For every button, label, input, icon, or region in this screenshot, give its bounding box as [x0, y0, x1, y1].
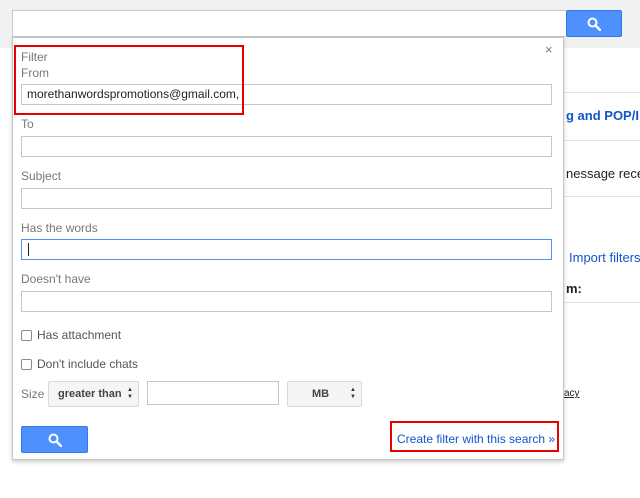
import-filters-link[interactable]: Import filters — [569, 250, 640, 265]
subject-field[interactable] — [21, 188, 552, 209]
dont-include-chats-row[interactable]: Don't include chats — [21, 357, 138, 371]
mail-search-input[interactable] — [12, 10, 566, 37]
mail-search-button[interactable] — [566, 10, 622, 37]
text-caret — [28, 243, 29, 257]
privacy-link[interactable]: acy — [564, 388, 580, 399]
to-label: To — [21, 117, 34, 131]
filter-search-button[interactable] — [21, 426, 88, 453]
size-label: Size — [21, 387, 45, 401]
select-arrows-icon: ▲ ▼ — [127, 387, 133, 400]
divider — [560, 196, 640, 197]
annotation-box-from — [14, 45, 244, 115]
close-icon[interactable]: × — [545, 42, 553, 57]
has-attachment-row[interactable]: Has attachment — [21, 328, 121, 342]
divider — [560, 302, 640, 303]
has-attachment-label: Has attachment — [37, 328, 122, 342]
size-value-input[interactable] — [147, 381, 279, 405]
section-label: m: — [566, 281, 582, 296]
size-operator-value: greater than — [58, 388, 122, 400]
message-text: nessage recei — [566, 166, 640, 181]
doesnt-have-field[interactable] — [21, 291, 552, 312]
annotation-box-create-filter — [390, 421, 559, 452]
size-unit-select[interactable]: MB ▲ ▼ — [287, 381, 362, 407]
doesnt-have-label: Doesn't have — [21, 272, 91, 286]
search-icon — [587, 17, 601, 31]
forwarding-pop-tab[interactable]: g and POP/I — [566, 108, 639, 123]
divider — [560, 92, 640, 93]
to-field[interactable] — [21, 136, 552, 157]
has-words-field[interactable] — [21, 239, 552, 260]
subject-label: Subject — [21, 169, 62, 183]
has-words-label: Has the words — [21, 221, 98, 235]
dont-include-chats-checkbox[interactable] — [21, 358, 32, 370]
dont-include-chats-label: Don't include chats — [37, 357, 139, 371]
divider — [560, 140, 640, 141]
has-attachment-checkbox[interactable] — [21, 329, 32, 341]
size-operator-select[interactable]: greater than ▲ ▼ — [48, 381, 139, 407]
size-unit-value: MB — [312, 388, 330, 400]
search-icon — [48, 433, 62, 447]
select-arrows-icon: ▲ ▼ — [350, 387, 356, 400]
